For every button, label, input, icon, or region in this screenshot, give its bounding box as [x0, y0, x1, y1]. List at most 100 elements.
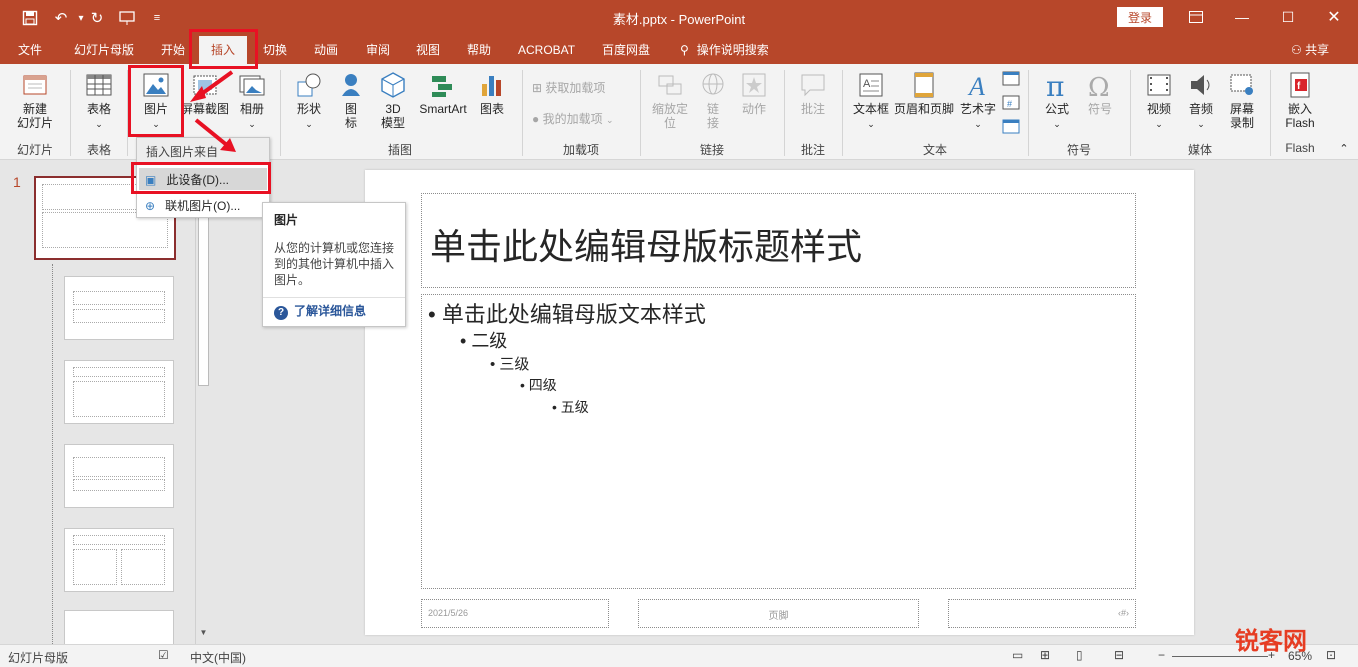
footer-placeholder[interactable]: 页脚	[638, 599, 919, 628]
undo-icon[interactable]: ↶	[50, 8, 72, 28]
chevron-down-icon: ⌄	[95, 119, 103, 129]
minimize-icon[interactable]: —	[1222, 5, 1262, 29]
new-slide-button[interactable]: 新建 幻灯片	[8, 70, 62, 130]
help-icon: ?	[274, 306, 288, 320]
audio-button[interactable]: 音频 ⌄	[1180, 70, 1222, 131]
tab-slide-master[interactable]: 幻灯片母版	[74, 36, 134, 64]
zoom-out-icon[interactable]: −	[1158, 648, 1165, 662]
speaker-icon	[1191, 75, 1210, 95]
reading-view-icon[interactable]: ▯	[1076, 648, 1083, 662]
highlight-insert-tab	[189, 29, 258, 69]
layout-thumbnail[interactable]	[64, 360, 174, 424]
date-time-button[interactable]	[1001, 70, 1021, 89]
menu-header: 插入图片来自	[137, 138, 269, 162]
layout-thumbnail[interactable]	[64, 528, 174, 592]
screen-recording-button[interactable]: 屏幕 录制	[1222, 70, 1262, 130]
shapes-icon	[297, 73, 321, 97]
tab-transitions[interactable]: 切换	[263, 36, 287, 64]
addin-icon: ●	[532, 112, 540, 126]
slide-number-placeholder[interactable]: ‹#›	[948, 599, 1136, 628]
body-level-3: • 三级	[490, 356, 530, 373]
tab-review[interactable]: 审阅	[366, 36, 390, 64]
tab-home[interactable]: 开始	[161, 36, 185, 64]
body-level-1: • 单击此处编辑母版文本样式	[428, 302, 706, 327]
spellcheck-icon[interactable]: ☑	[158, 648, 169, 662]
redo-icon[interactable]: ↻	[86, 8, 108, 28]
login-button[interactable]: 登录	[1117, 7, 1163, 27]
group-images-label: 插图	[387, 143, 412, 157]
tab-help[interactable]: 帮助	[467, 36, 491, 64]
tell-me-search[interactable]: ⚲ 操作说明搜索	[680, 36, 769, 64]
maximize-icon[interactable]: ☐	[1268, 5, 1308, 29]
3d-models-button[interactable]: 3D 模型	[372, 70, 414, 130]
group-text-label: 文本	[922, 143, 947, 157]
my-addins-button[interactable]: ● 我的加载项 ⌄	[532, 110, 614, 127]
tab-baidu[interactable]: 百度网盘	[602, 36, 650, 64]
slideshow-icon[interactable]: ⊟	[1114, 648, 1124, 662]
body-placeholder[interactable]: • 单击此处编辑母版文本样式 • 二级 • 三级 • 四级 • 五级	[421, 294, 1136, 589]
tab-acrobat[interactable]: ACROBAT	[518, 36, 575, 64]
group-tables-label: 表格	[86, 143, 111, 157]
comment-button[interactable]: 批注	[792, 70, 834, 116]
layout-thumbnail[interactable]	[64, 276, 174, 340]
save-icon[interactable]	[19, 8, 41, 28]
embed-flash-button[interactable]: f 嵌入 Flash	[1278, 70, 1322, 130]
normal-view-icon[interactable]: ▭	[1012, 648, 1023, 662]
view-mode-label: 幻灯片母版	[8, 651, 69, 665]
textbox-button[interactable]: A 文本框 ⌄	[850, 70, 892, 131]
date-placeholder[interactable]: 2021/5/26	[421, 599, 609, 628]
body-level-4: • 四级	[520, 377, 557, 393]
link-icon	[702, 73, 724, 95]
slide-sorter-icon[interactable]: ⊞	[1040, 648, 1050, 662]
table-button[interactable]: 表格 ⌄	[78, 70, 120, 131]
chevron-down-icon: ⌄	[248, 119, 256, 129]
collapse-ribbon-icon[interactable]: ⌃	[1336, 142, 1352, 156]
video-button[interactable]: 视频 ⌄	[1138, 70, 1180, 131]
link-button[interactable]: 链 接	[696, 70, 730, 130]
smartart-button[interactable]: SmartArt	[414, 70, 472, 116]
screenshot-icon	[193, 75, 217, 95]
screenshot-button[interactable]: 屏幕截图	[180, 70, 230, 116]
zoom-button[interactable]: 缩放定 位	[648, 70, 692, 130]
tab-file[interactable]: 文件	[18, 36, 42, 64]
calendar-icon	[1002, 71, 1020, 86]
language-label[interactable]: 中文(中国)	[190, 649, 246, 666]
group-comments-label: 批注	[800, 143, 825, 157]
icons-icon	[342, 74, 360, 96]
chart-button[interactable]: 图表	[474, 70, 510, 116]
scroll-down-icon[interactable]: ▼	[197, 628, 210, 640]
smartart-icon	[432, 76, 452, 97]
slide-scrollbar[interactable]	[1340, 160, 1358, 644]
get-addins-button[interactable]: ⊞ 获取加载项	[532, 79, 605, 96]
ribbon-display-options-icon[interactable]	[1176, 5, 1216, 29]
header-footer-button[interactable]: 页眉和页脚	[893, 70, 955, 116]
online-pictures-menu-item[interactable]: ⊕ 联机图片(O)...	[139, 194, 267, 216]
photo-album-button[interactable]: 相册 ⌄	[232, 70, 272, 131]
symbol-button[interactable]: Ω 符号	[1080, 70, 1120, 116]
action-button[interactable]: 动作	[734, 70, 774, 116]
cube-icon	[381, 72, 405, 98]
close-icon[interactable]: ✕	[1314, 5, 1354, 29]
body-level-2: • 二级	[460, 331, 508, 351]
tab-animations[interactable]: 动画	[314, 36, 338, 64]
tooltip-title: 图片	[274, 213, 299, 227]
object-button[interactable]	[1001, 118, 1021, 137]
learn-more-link[interactable]: ? 了解详细信息	[274, 302, 366, 320]
thumbnail-scrollbar[interactable]: ▲ ▼	[195, 160, 211, 644]
layout-thumbnail[interactable]	[64, 444, 174, 508]
comment-icon	[801, 74, 825, 97]
icons-button[interactable]: 图 标	[334, 70, 368, 130]
wordart-button[interactable]: A 艺术字 ⌄	[957, 70, 999, 131]
slide-number: 1	[13, 174, 21, 190]
share-button[interactable]: ⚇ 共享	[1291, 36, 1329, 64]
slide-number-button[interactable]: #	[1001, 94, 1021, 113]
slideshow-from-start-icon[interactable]	[116, 8, 138, 28]
zoom-slider[interactable]	[1172, 656, 1268, 657]
customize-qat-icon[interactable]: ≡	[146, 8, 168, 28]
fit-to-window-icon[interactable]: ⊡	[1326, 648, 1336, 662]
tab-view[interactable]: 视图	[416, 36, 440, 64]
shapes-button[interactable]: 形状 ⌄	[288, 70, 330, 131]
title-placeholder[interactable]: 单击此处编辑母版标题样式	[421, 193, 1136, 288]
equation-button[interactable]: π 公式 ⌄	[1036, 70, 1078, 131]
chevron-down-icon: ⌄	[867, 119, 875, 129]
